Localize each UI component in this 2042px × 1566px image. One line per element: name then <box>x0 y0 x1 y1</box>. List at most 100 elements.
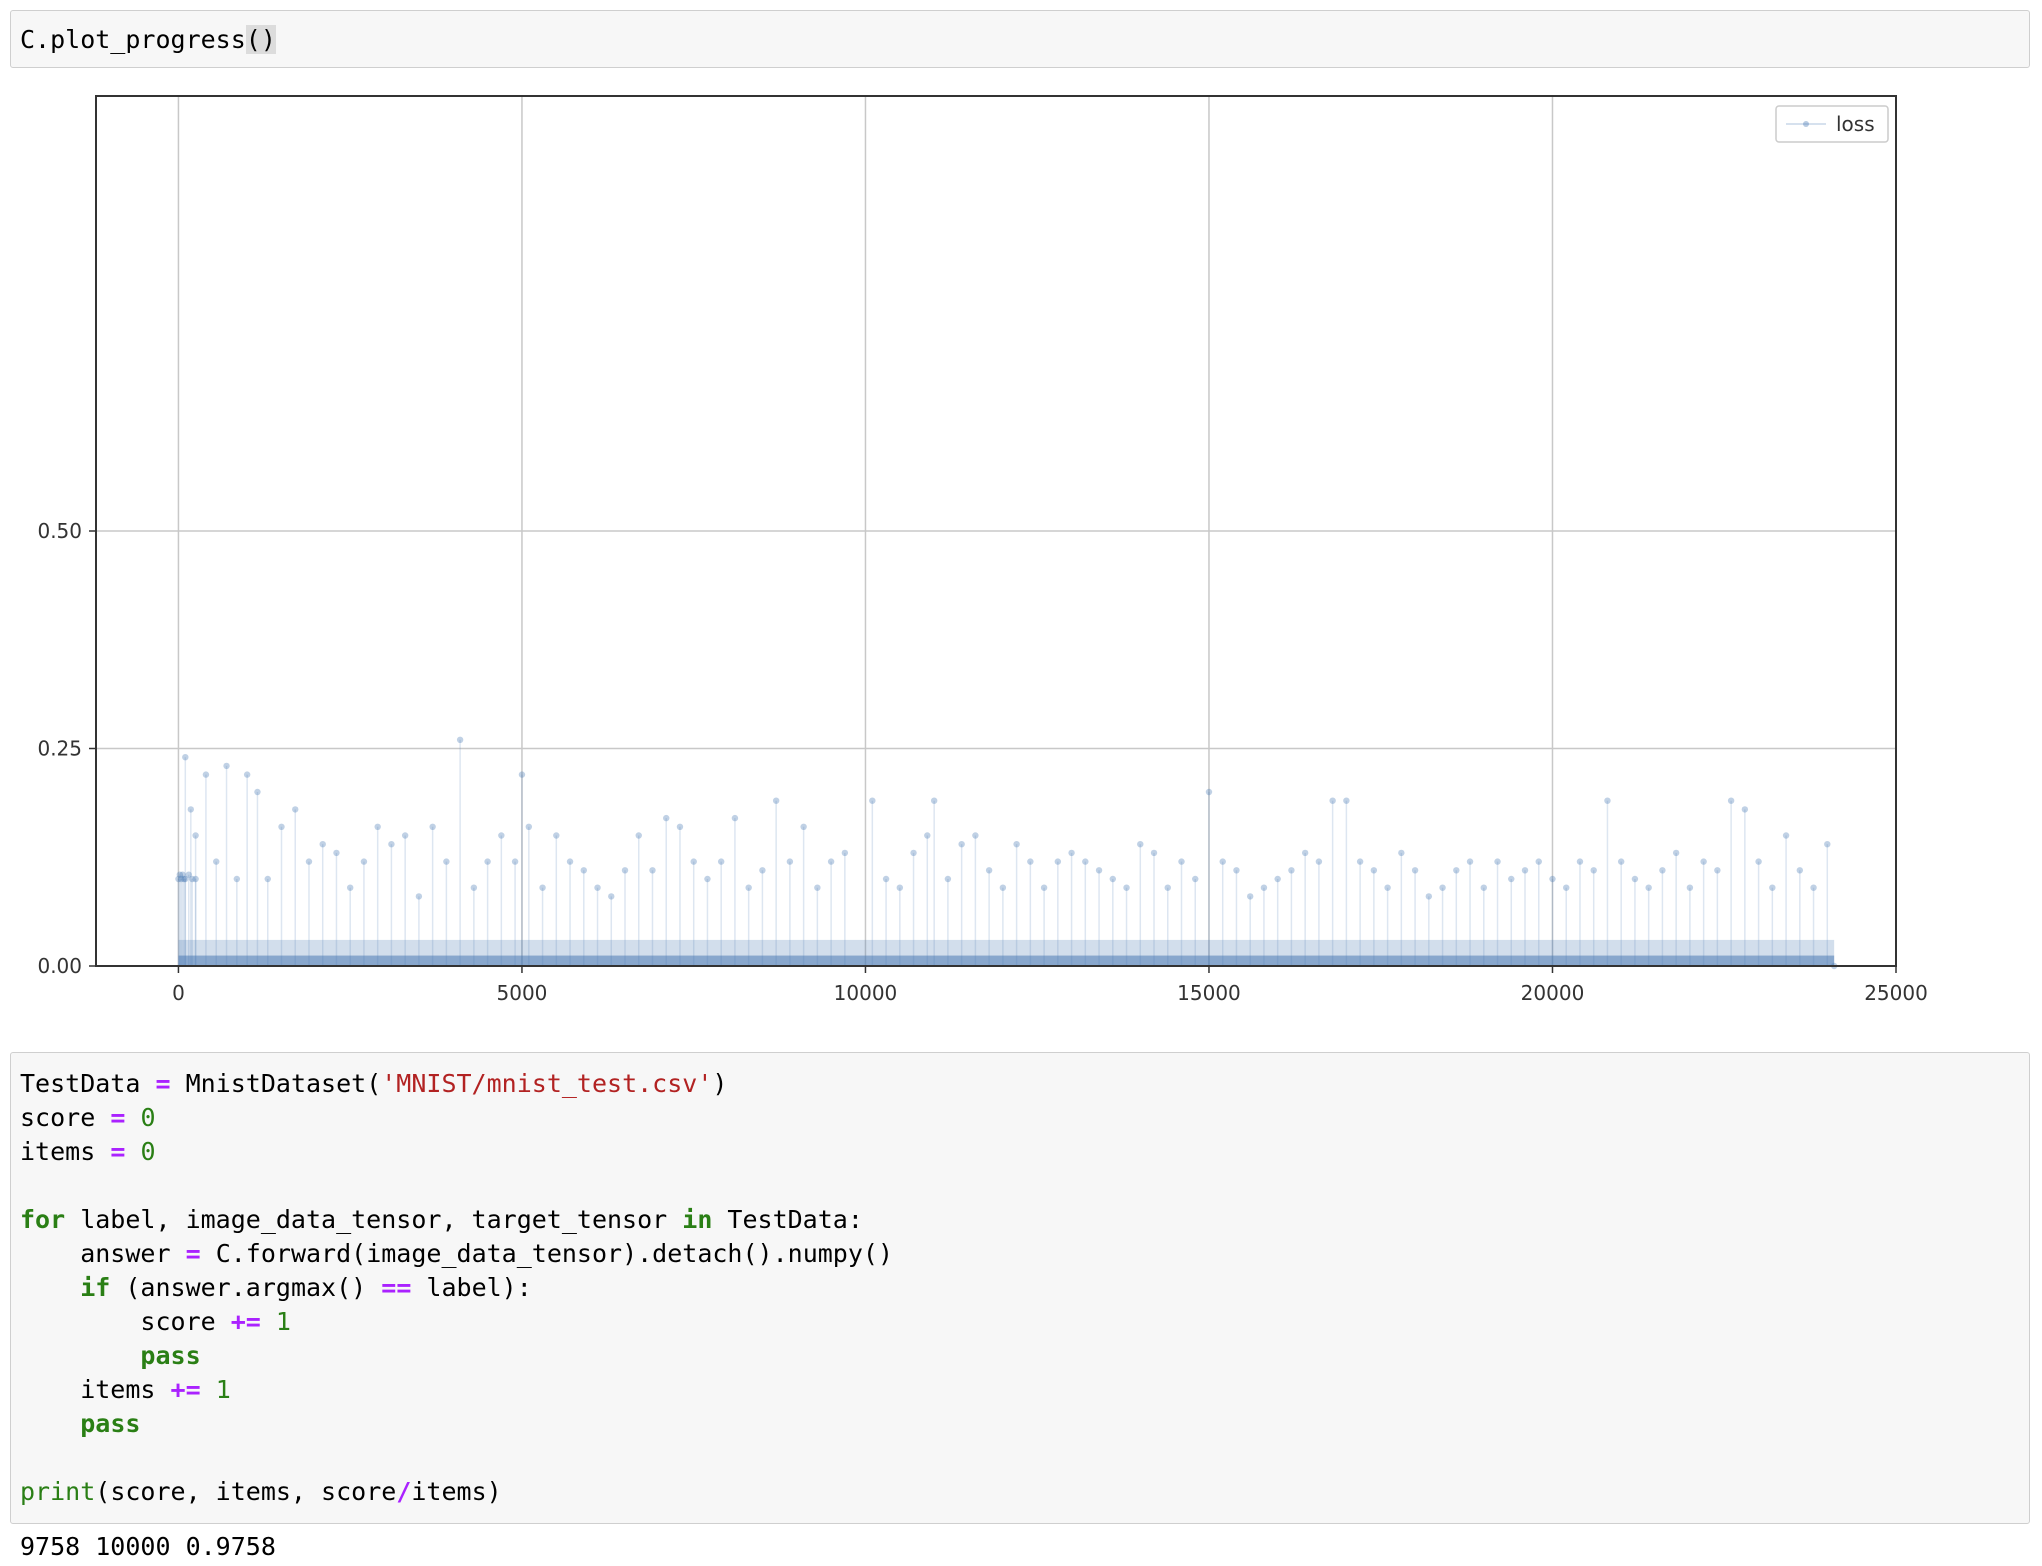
data-point <box>1384 884 1391 891</box>
code-token: = <box>110 1103 126 1132</box>
data-point <box>1205 788 1213 796</box>
data-point <box>1082 858 1089 865</box>
data-point <box>1356 858 1364 865</box>
data-point <box>1343 797 1350 804</box>
code-line: if (answer.argmax() == label): <box>20 1271 893 1305</box>
data-point <box>1810 884 1817 891</box>
data-point <box>594 884 601 891</box>
code-block: TestData = MnistDataset('MNIST/mnist_tes… <box>20 1067 893 1509</box>
data-point <box>944 875 952 883</box>
data-point <box>869 797 876 804</box>
x-tick-label: 25000 <box>1864 981 1928 1005</box>
x-tick-label: 5000 <box>497 981 548 1005</box>
code-token: = <box>185 1239 201 1268</box>
data-point <box>1137 841 1144 848</box>
code-token: answer <box>20 1239 186 1268</box>
code-token: 1 <box>215 1375 231 1404</box>
chart-ticks: 0 5000 10000 15000 20000 25000 0.00 0.25 0.50 <box>37 519 1927 1005</box>
code-token: 0 <box>140 1137 156 1166</box>
code-token: 1 <box>275 1307 291 1336</box>
data-point <box>1068 849 1075 857</box>
data-point <box>518 771 526 778</box>
data-point <box>1246 893 1254 900</box>
code-token: 0 <box>140 1103 156 1132</box>
data-point <box>1700 858 1707 865</box>
data-point <box>1301 849 1309 857</box>
code-line: print(score, items, score/items) <box>20 1475 893 1509</box>
code-token: (score, items, score <box>95 1477 397 1506</box>
code-line: for label, image_data_tensor, target_ten… <box>20 1203 893 1237</box>
x-tick-label: 15000 <box>1177 981 1241 1005</box>
code-token: if <box>80 1273 111 1302</box>
data-point <box>1192 875 1199 883</box>
code-line: score += 1 <box>20 1305 893 1339</box>
code-token: label, image_data_tensor, target_tensor <box>65 1205 683 1234</box>
data-point <box>731 814 739 822</box>
chart-legend: loss <box>1775 105 1889 143</box>
data-point <box>910 849 917 857</box>
code-line: TestData = MnistDataset('MNIST/mnist_tes… <box>20 1067 893 1101</box>
data-point <box>1315 858 1323 865</box>
data-point <box>1672 849 1680 857</box>
code-text: C.plot_progress <box>20 25 246 54</box>
data-point <box>999 884 1007 891</box>
code-token: for <box>20 1205 66 1234</box>
data-point <box>1631 875 1639 883</box>
data-point <box>1604 797 1611 804</box>
data-point <box>621 867 629 874</box>
data-point <box>401 832 409 839</box>
data-point <box>388 841 395 848</box>
cell-output: 9758 10000 0.9758 <box>20 1532 276 1561</box>
data-point <box>525 823 533 830</box>
code-token: TestData <box>20 1069 156 1098</box>
data-point <box>814 884 821 891</box>
data-point <box>1549 875 1556 883</box>
code-cell-test[interactable]: TestData = MnistDataset('MNIST/mnist_tes… <box>10 1052 2030 1524</box>
data-point <box>717 858 725 865</box>
code-token: (answer.argmax() <box>110 1273 382 1302</box>
data-point <box>243 771 251 778</box>
code-token: / <box>396 1477 412 1506</box>
data-point <box>924 832 931 839</box>
data-point <box>896 884 904 891</box>
data-point <box>1260 884 1268 891</box>
data-point <box>1150 849 1158 857</box>
code-line: items = 0 <box>20 1135 893 1169</box>
code-token: items <box>20 1375 171 1404</box>
data-point <box>1288 867 1295 874</box>
data-point <box>498 832 505 839</box>
data-point <box>1233 867 1240 874</box>
code-token: label): <box>411 1273 532 1302</box>
x-tick-label: 0 <box>172 981 185 1005</box>
data-point <box>635 832 642 839</box>
data-point <box>786 858 794 865</box>
data-point <box>1411 867 1419 874</box>
x-tick-label: 10000 <box>834 981 898 1005</box>
data-point <box>278 823 285 830</box>
code-line: answer = C.forward(image_data_tensor).de… <box>20 1237 893 1271</box>
code-cell-plot[interactable]: C.plot_progress() <box>10 10 2030 68</box>
y-tick-label: 0.25 <box>37 737 82 761</box>
data-point <box>1453 867 1460 874</box>
data-point <box>1769 884 1776 891</box>
data-point <box>1782 832 1790 839</box>
code-line: items += 1 <box>20 1373 893 1407</box>
data-point <box>1727 797 1735 804</box>
data-point <box>1439 884 1446 891</box>
data-point <box>1617 858 1625 865</box>
data-point <box>608 893 615 900</box>
data-point <box>319 841 326 848</box>
data-point <box>187 806 195 813</box>
data-point <box>1645 884 1652 891</box>
data-point <box>745 884 752 891</box>
code-token: print <box>20 1477 96 1506</box>
data-point <box>346 884 354 891</box>
